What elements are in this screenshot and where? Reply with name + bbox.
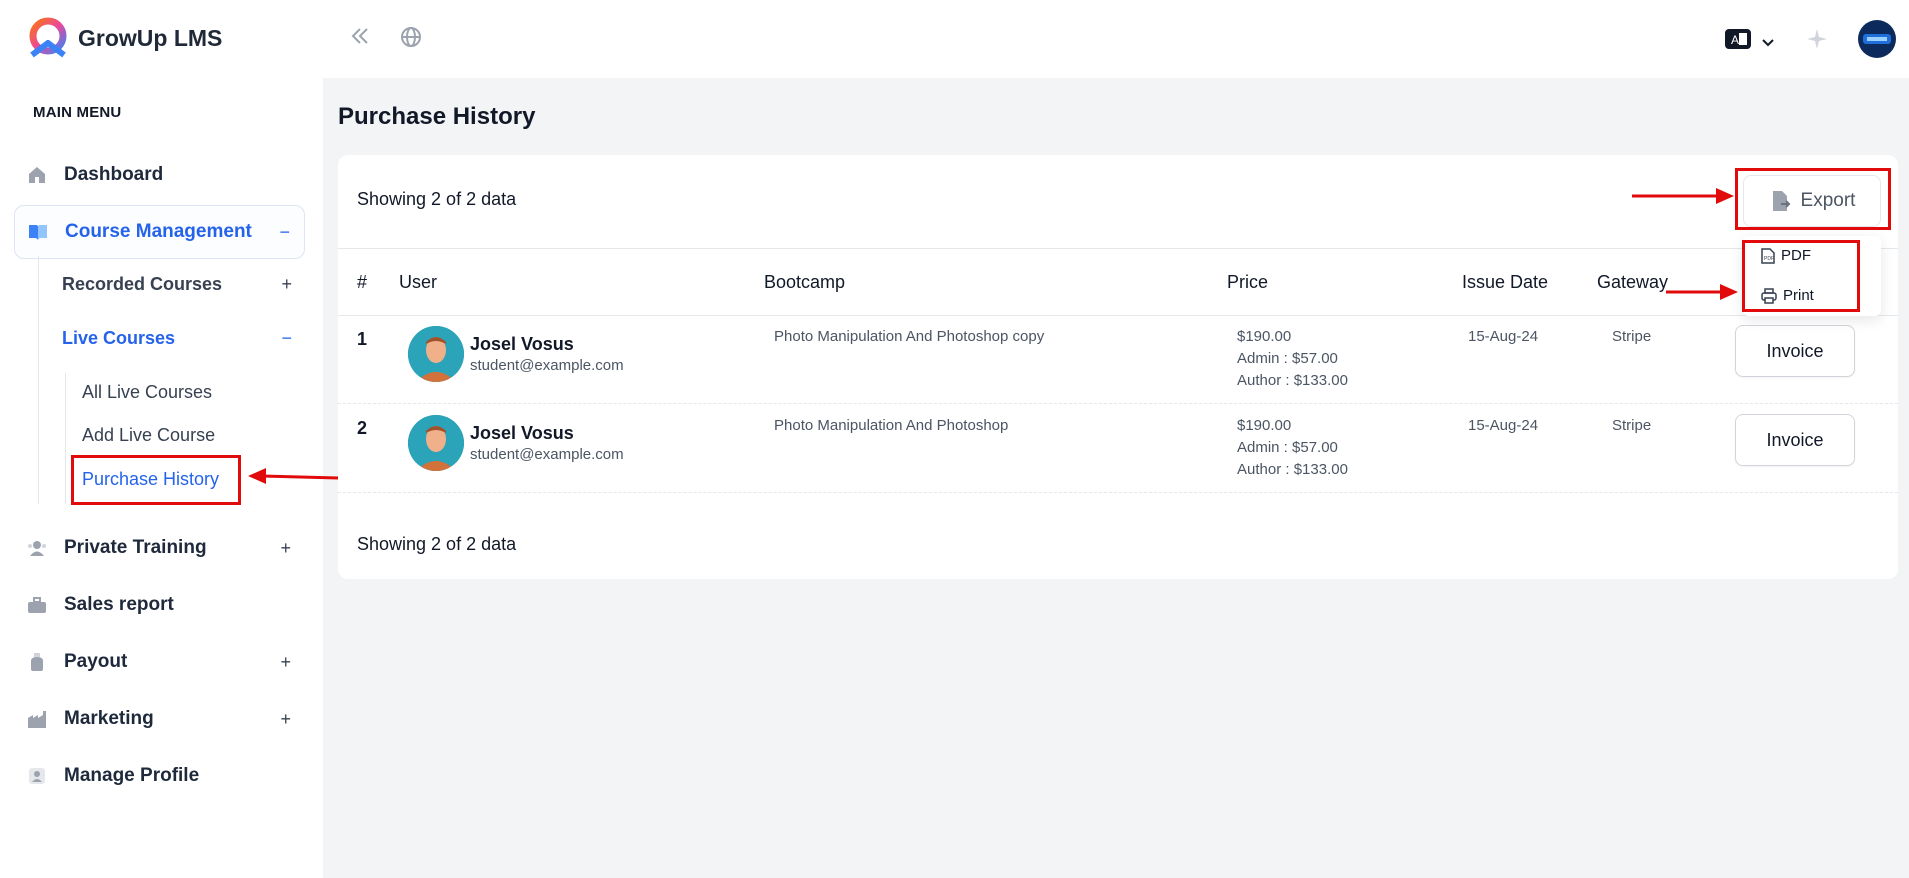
money-bag-icon [26, 651, 48, 673]
showing-count-top: Showing 2 of 2 data [357, 189, 517, 209]
gateway: Stripe [1612, 417, 1652, 434]
submenu-guide-line [38, 256, 39, 504]
price-total: $190.00 [1237, 417, 1292, 434]
annotation-arrow-purchase-history [248, 468, 339, 484]
sidebar-item-label: Private Training [64, 537, 207, 558]
svg-text:A: A [1731, 33, 1739, 47]
collapse-toggle[interactable]: − [281, 328, 292, 349]
column-header-index: # [357, 272, 368, 292]
sidebar-item-recorded-courses[interactable]: Recorded Courses + [62, 274, 302, 295]
gateway: Stripe [1612, 328, 1652, 345]
row-index: 2 [357, 418, 368, 438]
row-index: 1 [357, 329, 368, 349]
sidebar-item-all-live-courses[interactable]: All Live Courses [82, 382, 212, 403]
sidebar-item-label: Manage Profile [64, 765, 200, 786]
user-name: Josel Vosus [470, 334, 574, 354]
factory-icon [26, 708, 48, 730]
row-divider [338, 403, 1898, 404]
bootcamp-title: Photo Manipulation And Photoshop [774, 417, 1009, 434]
price-author: Author : $133.00 [1237, 461, 1348, 478]
profile-card-icon [26, 765, 48, 787]
main-menu-heading: MAIN MENU [33, 104, 122, 121]
table-top-divider [338, 248, 1898, 249]
sidebar-item-payout[interactable]: Payout + [14, 635, 305, 689]
expand-toggle[interactable]: + [280, 652, 291, 673]
translate-icon[interactable]: A [1725, 29, 1751, 55]
column-header-user: User [399, 272, 438, 292]
page-title: Purchase History [338, 103, 536, 130]
chevron-down-icon[interactable] [1760, 30, 1776, 56]
column-header-issue-date: Issue Date [1462, 272, 1549, 292]
price-author: Author : $133.00 [1237, 372, 1348, 389]
user-avatar[interactable] [1857, 19, 1897, 65]
sidebar-item-label: Sales report [64, 594, 174, 615]
sidebar-item-label: Course Management [65, 221, 252, 242]
invoice-button[interactable]: Invoice [1735, 325, 1855, 377]
issue-date: 15-Aug-24 [1468, 328, 1539, 345]
app-name: GrowUp LMS [78, 24, 223, 51]
collapse-toggle[interactable]: − [279, 222, 290, 243]
annotation-arrow-print [1666, 284, 1738, 300]
sparkle-icon[interactable] [1806, 28, 1828, 56]
sidebar-item-manage-profile[interactable]: Manage Profile [14, 749, 305, 803]
expand-toggle[interactable]: + [281, 274, 292, 295]
bootcamp-title: Photo Manipulation And Photoshop copy [774, 328, 1045, 345]
globe-icon[interactable] [399, 25, 423, 55]
column-header-bootcamp: Bootcamp [764, 272, 846, 292]
user-email: student@example.com [470, 446, 624, 463]
sidebar-item-label: Live Courses [62, 328, 176, 348]
sidebar-item-marketing[interactable]: Marketing + [14, 692, 305, 746]
topbar [323, 0, 1909, 78]
annotation-arrow-export [1632, 188, 1734, 204]
home-icon [26, 164, 48, 186]
invoice-button[interactable]: Invoice [1735, 414, 1855, 466]
book-icon [27, 221, 49, 243]
sidebar-item-sales-report[interactable]: Sales report [14, 578, 305, 632]
column-header-gateway: Gateway [1597, 272, 1669, 292]
users-icon [26, 537, 48, 559]
showing-count-bottom: Showing 2 of 2 data [357, 534, 517, 554]
growup-logo-icon [29, 17, 67, 58]
expand-toggle[interactable]: + [280, 538, 291, 559]
table-header-divider [338, 315, 1898, 316]
sidebar-item-label: Recorded Courses [62, 274, 223, 294]
sidebar: GrowUp LMS MAIN MENU Dashboard Course Ma… [0, 0, 323, 878]
price-admin: Admin : $57.00 [1237, 439, 1338, 456]
avatar [408, 415, 464, 471]
collapse-sidebar-icon[interactable] [348, 24, 372, 54]
issue-date: 15-Aug-24 [1468, 417, 1539, 434]
sidebar-item-private-training[interactable]: Private Training + [14, 521, 305, 575]
sidebar-item-label: Dashboard [64, 164, 164, 185]
sidebar-item-label: Marketing [64, 708, 154, 729]
price-total: $190.00 [1237, 328, 1292, 345]
row-divider [338, 492, 1898, 493]
sidebar-item-live-courses[interactable]: Live Courses − [62, 328, 302, 349]
annotation-box-export-menu [1742, 240, 1860, 312]
user-name: Josel Vosus [470, 423, 574, 443]
submenu-guide-line [65, 373, 66, 503]
annotation-box-purchase-history [71, 455, 241, 505]
sidebar-item-add-live-course[interactable]: Add Live Course [82, 425, 215, 446]
sidebar-item-course-management[interactable]: Course Management − [14, 205, 305, 259]
annotation-box-export [1735, 168, 1891, 230]
avatar [408, 326, 464, 382]
user-email: student@example.com [470, 357, 624, 374]
column-header-price: Price [1227, 272, 1269, 292]
app-logo[interactable]: GrowUp LMS [26, 17, 222, 59]
sidebar-item-dashboard[interactable]: Dashboard [14, 148, 305, 202]
sidebar-item-label: Payout [64, 651, 128, 672]
briefcase-icon [26, 594, 48, 616]
expand-toggle[interactable]: + [280, 709, 291, 730]
price-admin: Admin : $57.00 [1237, 350, 1338, 367]
